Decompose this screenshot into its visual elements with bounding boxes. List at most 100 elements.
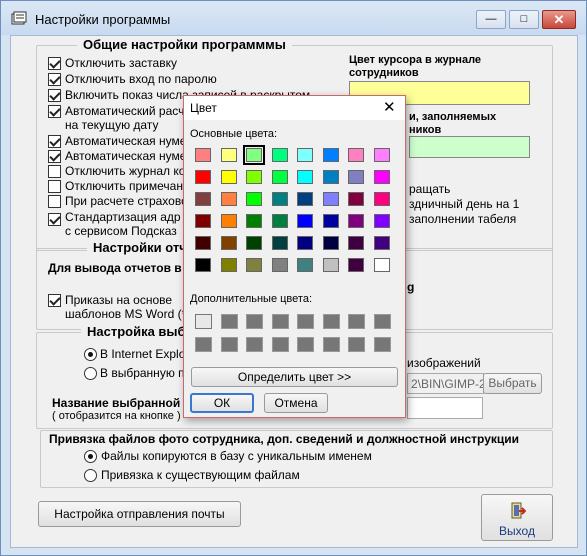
custom-color-cell[interactable] (322, 337, 340, 352)
basic-color-cell[interactable] (348, 148, 364, 162)
photo-link-label: Привязка к существующим файлам (101, 468, 300, 482)
basic-color-cell[interactable] (348, 192, 364, 206)
opt-auto-num1-checkbox[interactable] (48, 135, 61, 148)
custom-color-cell[interactable] (246, 314, 263, 329)
custom-color-cell[interactable] (246, 337, 263, 352)
browser-ie-radio[interactable] (84, 348, 97, 361)
opt-password-label: Отключить вход по паролю (65, 72, 217, 86)
basic-color-cell[interactable] (348, 258, 364, 272)
custom-color-cell[interactable] (348, 314, 365, 329)
basic-color-cell[interactable] (220, 258, 237, 272)
custom-color-cell[interactable] (271, 337, 289, 352)
basic-color-cell[interactable] (348, 170, 364, 184)
basic-color-cell[interactable] (246, 170, 262, 184)
basic-color-cell[interactable] (271, 258, 288, 272)
filled-color-label: и, заполняемых (409, 111, 497, 123)
basic-color-cell[interactable] (373, 236, 390, 250)
basic-color-cell[interactable] (271, 148, 288, 162)
choose-program-button[interactable]: Выбрать (483, 373, 542, 394)
basic-color-cell[interactable] (271, 214, 288, 228)
basic-color-cell[interactable] (322, 192, 339, 206)
timesheet-fragment: заполнении табеля (409, 212, 517, 226)
opt-password-checkbox[interactable] (48, 73, 61, 86)
basic-color-cell[interactable] (297, 236, 313, 250)
opt-address-checkbox[interactable] (48, 213, 61, 226)
basic-color-cell[interactable] (297, 258, 313, 272)
opt-notes-checkbox[interactable] (48, 180, 61, 193)
orders-checkbox[interactable] (48, 294, 61, 307)
photo-link-radio[interactable] (84, 469, 97, 482)
opt-auto-calc-label-line2: на текущую дату (65, 118, 159, 132)
opt-address-label-line2: с сервисом Подсказ (65, 224, 177, 238)
basic-color-cell[interactable] (373, 170, 390, 184)
basic-color-cell[interactable] (271, 236, 288, 250)
basic-color-cell[interactable] (220, 148, 237, 162)
maximize-button[interactable]: □ (509, 10, 539, 29)
custom-color-cell[interactable] (297, 314, 314, 329)
color-dialog-close-icon[interactable]: ✕ (383, 98, 396, 116)
photo-copy-radio[interactable] (84, 450, 97, 463)
custom-color-cell[interactable] (348, 337, 365, 352)
basic-color-cell[interactable] (322, 214, 339, 228)
color-dialog-title: Цвет (190, 101, 217, 115)
custom-color-cell[interactable] (322, 314, 340, 329)
minimize-button[interactable]: — (476, 10, 506, 29)
basic-color-cell[interactable] (220, 170, 237, 184)
opt-record-count-checkbox[interactable] (48, 89, 61, 102)
basic-color-cell[interactable] (348, 214, 364, 228)
custom-color-cell[interactable] (373, 337, 391, 352)
basic-color-cell[interactable] (195, 258, 211, 272)
basic-color-cell[interactable] (297, 148, 313, 162)
basic-color-cell[interactable] (322, 170, 339, 184)
opt-auto-num2-checkbox[interactable] (48, 150, 61, 163)
basic-color-cell[interactable] (246, 192, 262, 206)
cancel-button[interactable]: Отмена (264, 393, 328, 413)
custom-color-cell[interactable] (220, 314, 238, 329)
basic-color-cell[interactable] (195, 170, 211, 184)
basic-color-cell[interactable] (348, 236, 364, 250)
basic-color-cell[interactable] (373, 148, 390, 162)
basic-color-cell[interactable] (246, 258, 262, 272)
basic-color-cell[interactable] (220, 192, 237, 206)
basic-color-cell[interactable] (220, 236, 237, 250)
basic-color-cell[interactable] (271, 192, 288, 206)
browser-custom-radio[interactable] (84, 367, 97, 380)
custom-color-cell[interactable] (271, 314, 289, 329)
custom-color-cell[interactable] (195, 337, 212, 352)
filled-color-swatch[interactable] (409, 136, 530, 158)
custom-color-cell[interactable] (195, 314, 212, 329)
opt-journal-checkbox[interactable] (48, 165, 61, 178)
ok-button[interactable]: ОК (190, 393, 254, 413)
basic-color-cell[interactable] (220, 214, 237, 228)
custom-color-cell[interactable] (373, 314, 391, 329)
basic-color-cell[interactable] (297, 192, 313, 206)
basic-color-cell[interactable] (297, 214, 313, 228)
exit-button[interactable]: Выход (481, 494, 553, 541)
basic-color-cell[interactable] (246, 236, 262, 250)
define-color-button[interactable]: Определить цвет >> (191, 367, 398, 387)
close-button[interactable]: ✕ (542, 10, 576, 29)
basic-color-cell[interactable] (373, 192, 390, 206)
opt-splash-checkbox[interactable] (48, 57, 61, 70)
opt-auto-calc-checkbox[interactable] (48, 105, 61, 118)
basic-color-cell[interactable] (195, 214, 211, 228)
custom-color-cell[interactable] (297, 337, 314, 352)
basic-color-cell[interactable] (322, 258, 339, 272)
images-path-field[interactable]: 2\BIN\GIMP-2 (407, 373, 484, 394)
basic-color-cell[interactable] (322, 148, 339, 162)
basic-color-cell[interactable] (322, 236, 339, 250)
basic-color-cell[interactable] (195, 148, 211, 162)
program-name-input[interactable] (407, 397, 483, 419)
basic-color-cell[interactable] (271, 170, 288, 184)
mail-settings-button[interactable]: Настройка отправления почты (38, 501, 241, 527)
basic-color-cell[interactable] (246, 214, 262, 228)
basic-color-cell[interactable] (373, 214, 390, 228)
basic-color-cell[interactable] (195, 236, 211, 250)
basic-color-cell[interactable] (373, 258, 390, 272)
basic-color-cell[interactable] (243, 145, 265, 165)
basic-color-cell[interactable] (195, 192, 211, 206)
custom-color-cell[interactable] (220, 337, 238, 352)
holiday-fragment-2: здничный день на 1 (409, 197, 520, 211)
basic-color-cell[interactable] (297, 170, 313, 184)
opt-insurance-checkbox[interactable] (48, 195, 61, 208)
